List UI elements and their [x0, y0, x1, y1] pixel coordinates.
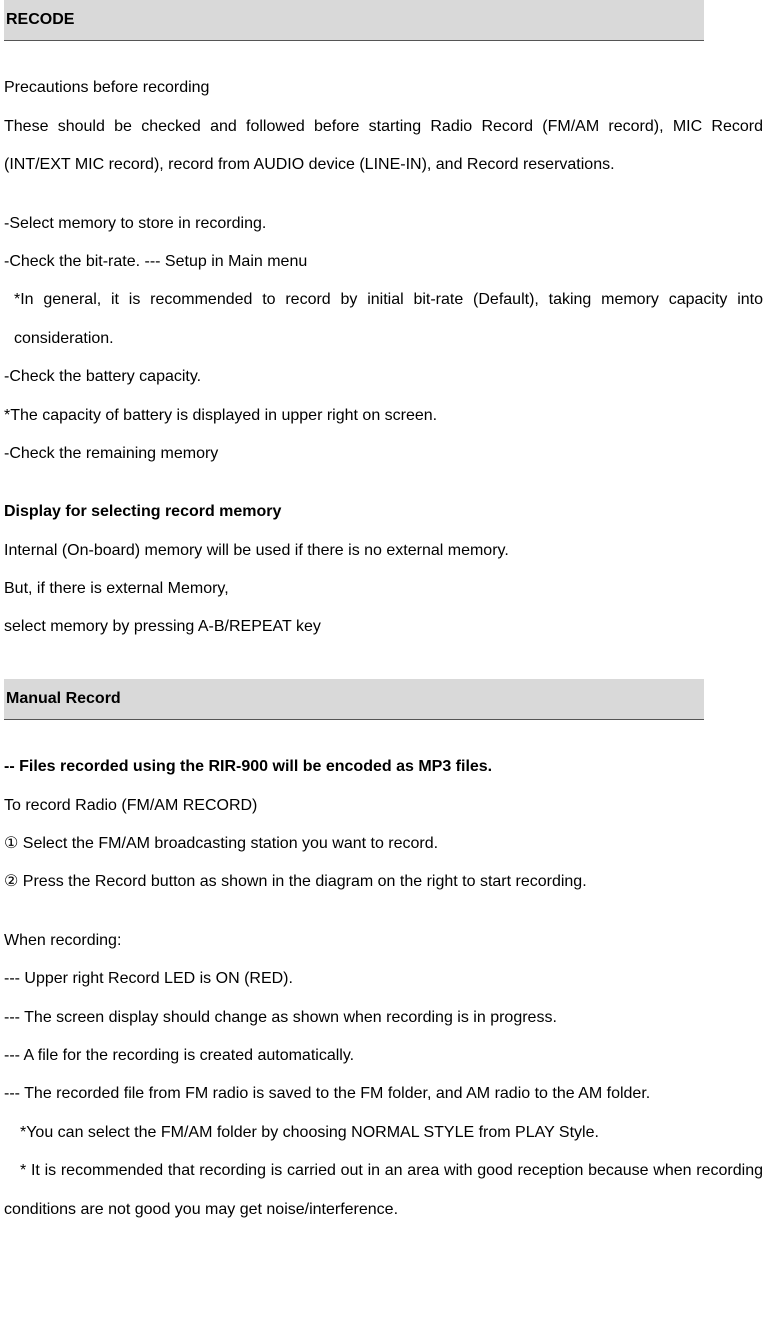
spacer — [4, 185, 763, 205]
list-item: -Check the remaining memory — [4, 435, 763, 473]
display-body: select memory by pressing A-B/REPEAT key — [4, 608, 763, 646]
wr-item: --- The screen display should change as … — [4, 999, 763, 1037]
check-list: -Select memory to store in recording. -C… — [4, 205, 763, 474]
record-radio-title: To record Radio (FM/AM RECORD) — [4, 787, 763, 825]
document-page: RECODE Precautions before recording Thes… — [0, 0, 767, 1229]
list-item: -Select memory to store in recording. — [4, 205, 763, 243]
list-item: -Check the battery capacity. — [4, 358, 763, 396]
spacer — [4, 647, 763, 667]
precautions-body: These should be checked and followed bef… — [4, 108, 763, 185]
display-title: Display for selecting record memory — [4, 493, 763, 531]
spacer — [4, 728, 763, 748]
section-header-recode: RECODE — [4, 0, 704, 41]
spacer — [4, 473, 763, 493]
when-recording-block: When recording: --- Upper right Record L… — [4, 922, 763, 1229]
list-note: *The capacity of battery is displayed in… — [4, 397, 763, 435]
list-item: -Check the bit-rate. --- Setup in Main m… — [4, 243, 763, 281]
mp3-line: -- Files recorded using the RIR-900 will… — [4, 748, 763, 786]
wr-note: * It is recommended that recording is ca… — [4, 1152, 763, 1229]
step-1: ① Select the FM/AM broadcasting station … — [4, 825, 763, 863]
step-2: ② Press the Record button as shown in th… — [4, 863, 763, 901]
precautions-block: Precautions before recording These shoul… — [4, 69, 763, 184]
section-header-text: RECODE — [6, 11, 74, 28]
display-body: But, if there is external Memory, — [4, 570, 763, 608]
list-note: *In general, it is recommended to record… — [4, 281, 763, 358]
spacer — [4, 902, 763, 922]
manual-record-block: -- Files recorded using the RIR-900 will… — [4, 748, 763, 902]
section-header-manual-record: Manual Record — [4, 679, 704, 720]
wr-item: --- The recorded file from FM radio is s… — [4, 1075, 763, 1113]
when-recording-title: When recording: — [4, 922, 763, 960]
display-block: Display for selecting record memory Inte… — [4, 493, 763, 647]
wr-note: *You can select the FM/AM folder by choo… — [4, 1114, 763, 1152]
wr-item: --- Upper right Record LED is ON (RED). — [4, 960, 763, 998]
display-body: Internal (On-board) memory will be used … — [4, 532, 763, 570]
wr-item: --- A file for the recording is created … — [4, 1037, 763, 1075]
precautions-title: Precautions before recording — [4, 69, 763, 107]
spacer — [4, 49, 763, 69]
section-header-text: Manual Record — [6, 690, 121, 707]
